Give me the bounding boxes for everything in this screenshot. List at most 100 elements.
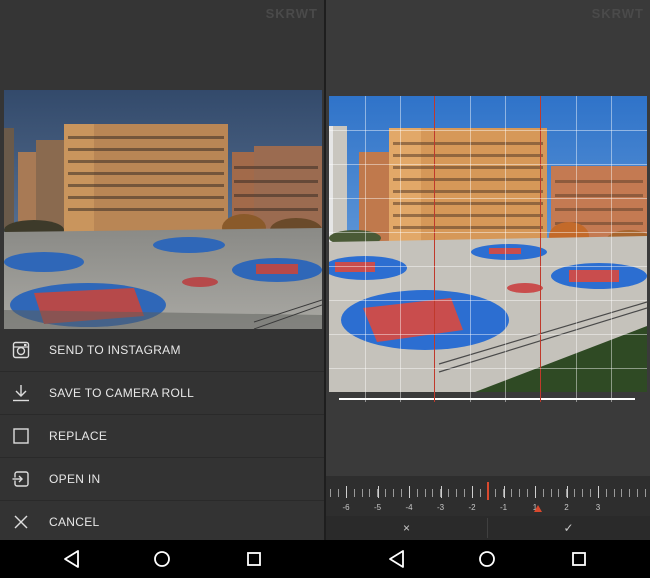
grid-line bbox=[329, 198, 647, 199]
menu-item-open-in[interactable]: OPEN IN bbox=[0, 458, 324, 501]
ruler-pointer-icon bbox=[533, 505, 542, 512]
ruler-minor-tick bbox=[361, 489, 363, 497]
ruler-tick-label: -4 bbox=[405, 503, 413, 512]
confirm-button[interactable]: ✓ bbox=[488, 516, 649, 540]
menu-item-replace[interactable]: REPLACE bbox=[0, 415, 324, 458]
photo-image bbox=[4, 90, 322, 329]
ruler-minor-tick bbox=[589, 489, 591, 497]
grid-line bbox=[329, 300, 647, 301]
ruler-tick-label: -6 bbox=[342, 503, 350, 512]
ruler-minor-tick bbox=[637, 489, 639, 497]
menu-item-label: SAVE TO CAMERA ROLL bbox=[49, 386, 195, 400]
ruler-major-tick bbox=[346, 486, 347, 498]
grid-line bbox=[400, 96, 401, 402]
instagram-icon bbox=[12, 341, 30, 359]
back-icon[interactable] bbox=[385, 548, 409, 570]
ruler-minor-tick bbox=[542, 489, 544, 497]
corrected-photo bbox=[329, 96, 647, 402]
ruler-minor-tick bbox=[393, 489, 394, 497]
recents-icon[interactable] bbox=[567, 548, 591, 570]
brand-watermark: SKRWT bbox=[265, 6, 318, 21]
ruler-minor-tick bbox=[456, 489, 457, 497]
ruler-major-tick bbox=[409, 486, 410, 498]
ruler-tick-label: 3 bbox=[595, 503, 601, 512]
home-icon[interactable] bbox=[475, 548, 499, 570]
ruler-minor-tick bbox=[526, 489, 528, 497]
menu-item-label: OPEN IN bbox=[49, 472, 101, 486]
brand-watermark: SKRWT bbox=[591, 6, 644, 21]
ruler-major-tick bbox=[535, 486, 536, 498]
system-nav-bar bbox=[0, 540, 650, 578]
grid-line bbox=[329, 368, 647, 369]
grid-line bbox=[470, 96, 471, 402]
ruler-minor-tick bbox=[400, 489, 402, 497]
ruler-minor-tick bbox=[353, 489, 355, 497]
ruler-minor-tick bbox=[613, 489, 615, 497]
close-icon bbox=[14, 515, 28, 529]
ruler-minor-tick bbox=[605, 489, 607, 497]
ruler-major-tick bbox=[566, 486, 568, 498]
photo-preview bbox=[4, 90, 322, 329]
ruler-minor-tick bbox=[629, 489, 631, 497]
ruler-minor-tick bbox=[550, 489, 552, 497]
cancel-button[interactable]: × bbox=[326, 516, 487, 540]
ruler-minor-tick bbox=[330, 489, 331, 497]
share-menu: SEND TO INSTAGRAM SAVE TO CAMERA ROLL RE… bbox=[0, 329, 324, 543]
ruler-tick-label: -1 bbox=[499, 503, 508, 512]
ruler-current-value-marker bbox=[486, 482, 489, 500]
ruler-minor-tick bbox=[621, 489, 623, 497]
menu-item-cancel[interactable]: CANCEL bbox=[0, 501, 324, 543]
ruler-minor-tick bbox=[582, 489, 583, 497]
menu-item-send-to-instagram[interactable]: SEND TO INSTAGRAM bbox=[0, 329, 324, 372]
square-icon bbox=[13, 428, 29, 444]
grid-line bbox=[329, 130, 647, 131]
grid-line bbox=[576, 96, 577, 402]
ruler-minor-tick bbox=[337, 489, 339, 497]
ruler-minor-tick bbox=[369, 489, 371, 497]
grid-line bbox=[611, 96, 612, 402]
ruler-major-tick bbox=[503, 486, 505, 498]
grid-line bbox=[329, 266, 647, 267]
grid-line bbox=[329, 232, 647, 233]
download-icon bbox=[13, 385, 29, 402]
home-icon[interactable] bbox=[150, 548, 174, 570]
ruler-minor-tick bbox=[574, 489, 576, 497]
ruler-minor-tick bbox=[519, 489, 520, 497]
menu-item-label: SEND TO INSTAGRAM bbox=[49, 343, 181, 357]
ruler-tick-label: -3 bbox=[436, 503, 445, 512]
ruler-minor-tick bbox=[511, 489, 513, 497]
grid-line bbox=[329, 334, 647, 335]
ruler-major-tick bbox=[440, 486, 442, 498]
menu-item-label: CANCEL bbox=[49, 515, 100, 529]
grid-line bbox=[365, 96, 366, 402]
recents-icon[interactable] bbox=[242, 548, 266, 570]
back-icon[interactable] bbox=[60, 548, 84, 570]
menu-item-label: REPLACE bbox=[49, 429, 108, 443]
ruler-minor-tick bbox=[495, 489, 497, 497]
thirds-guide bbox=[540, 96, 541, 402]
ruler-minor-tick bbox=[416, 489, 418, 497]
crop-actions: × ✓ bbox=[326, 516, 650, 540]
grid-line bbox=[505, 96, 506, 402]
ruler-major-tick bbox=[377, 486, 379, 498]
ruler-minor-tick bbox=[424, 489, 426, 497]
ruler-tick-label: -2 bbox=[468, 503, 476, 512]
share-panel: SKRWT SEND TO INSTAGRAM SAVE TO CAMERA R… bbox=[0, 0, 324, 543]
perspective-ruler[interactable]: -6 -5 -4 -3 -2 -1 1 2 3 bbox=[326, 476, 650, 516]
ruler-minor-tick bbox=[479, 489, 481, 497]
thirds-guide bbox=[434, 96, 435, 402]
grid-line bbox=[329, 164, 647, 165]
ruler-minor-tick bbox=[558, 489, 560, 497]
ruler-minor-tick bbox=[432, 489, 434, 497]
ruler-major-tick bbox=[598, 486, 599, 498]
ruler-tick-label: 2 bbox=[564, 503, 569, 512]
open-in-icon bbox=[12, 471, 29, 487]
ruler-tick-label: -5 bbox=[373, 503, 382, 512]
ruler-minor-tick bbox=[448, 489, 450, 497]
ruler-major-tick bbox=[472, 486, 473, 498]
menu-item-save-to-camera-roll[interactable]: SAVE TO CAMERA ROLL bbox=[0, 372, 324, 415]
ruler-minor-tick bbox=[645, 489, 646, 497]
crop-canvas[interactable] bbox=[329, 96, 647, 402]
ruler-minor-tick bbox=[385, 489, 387, 497]
ruler-minor-tick bbox=[463, 489, 465, 497]
